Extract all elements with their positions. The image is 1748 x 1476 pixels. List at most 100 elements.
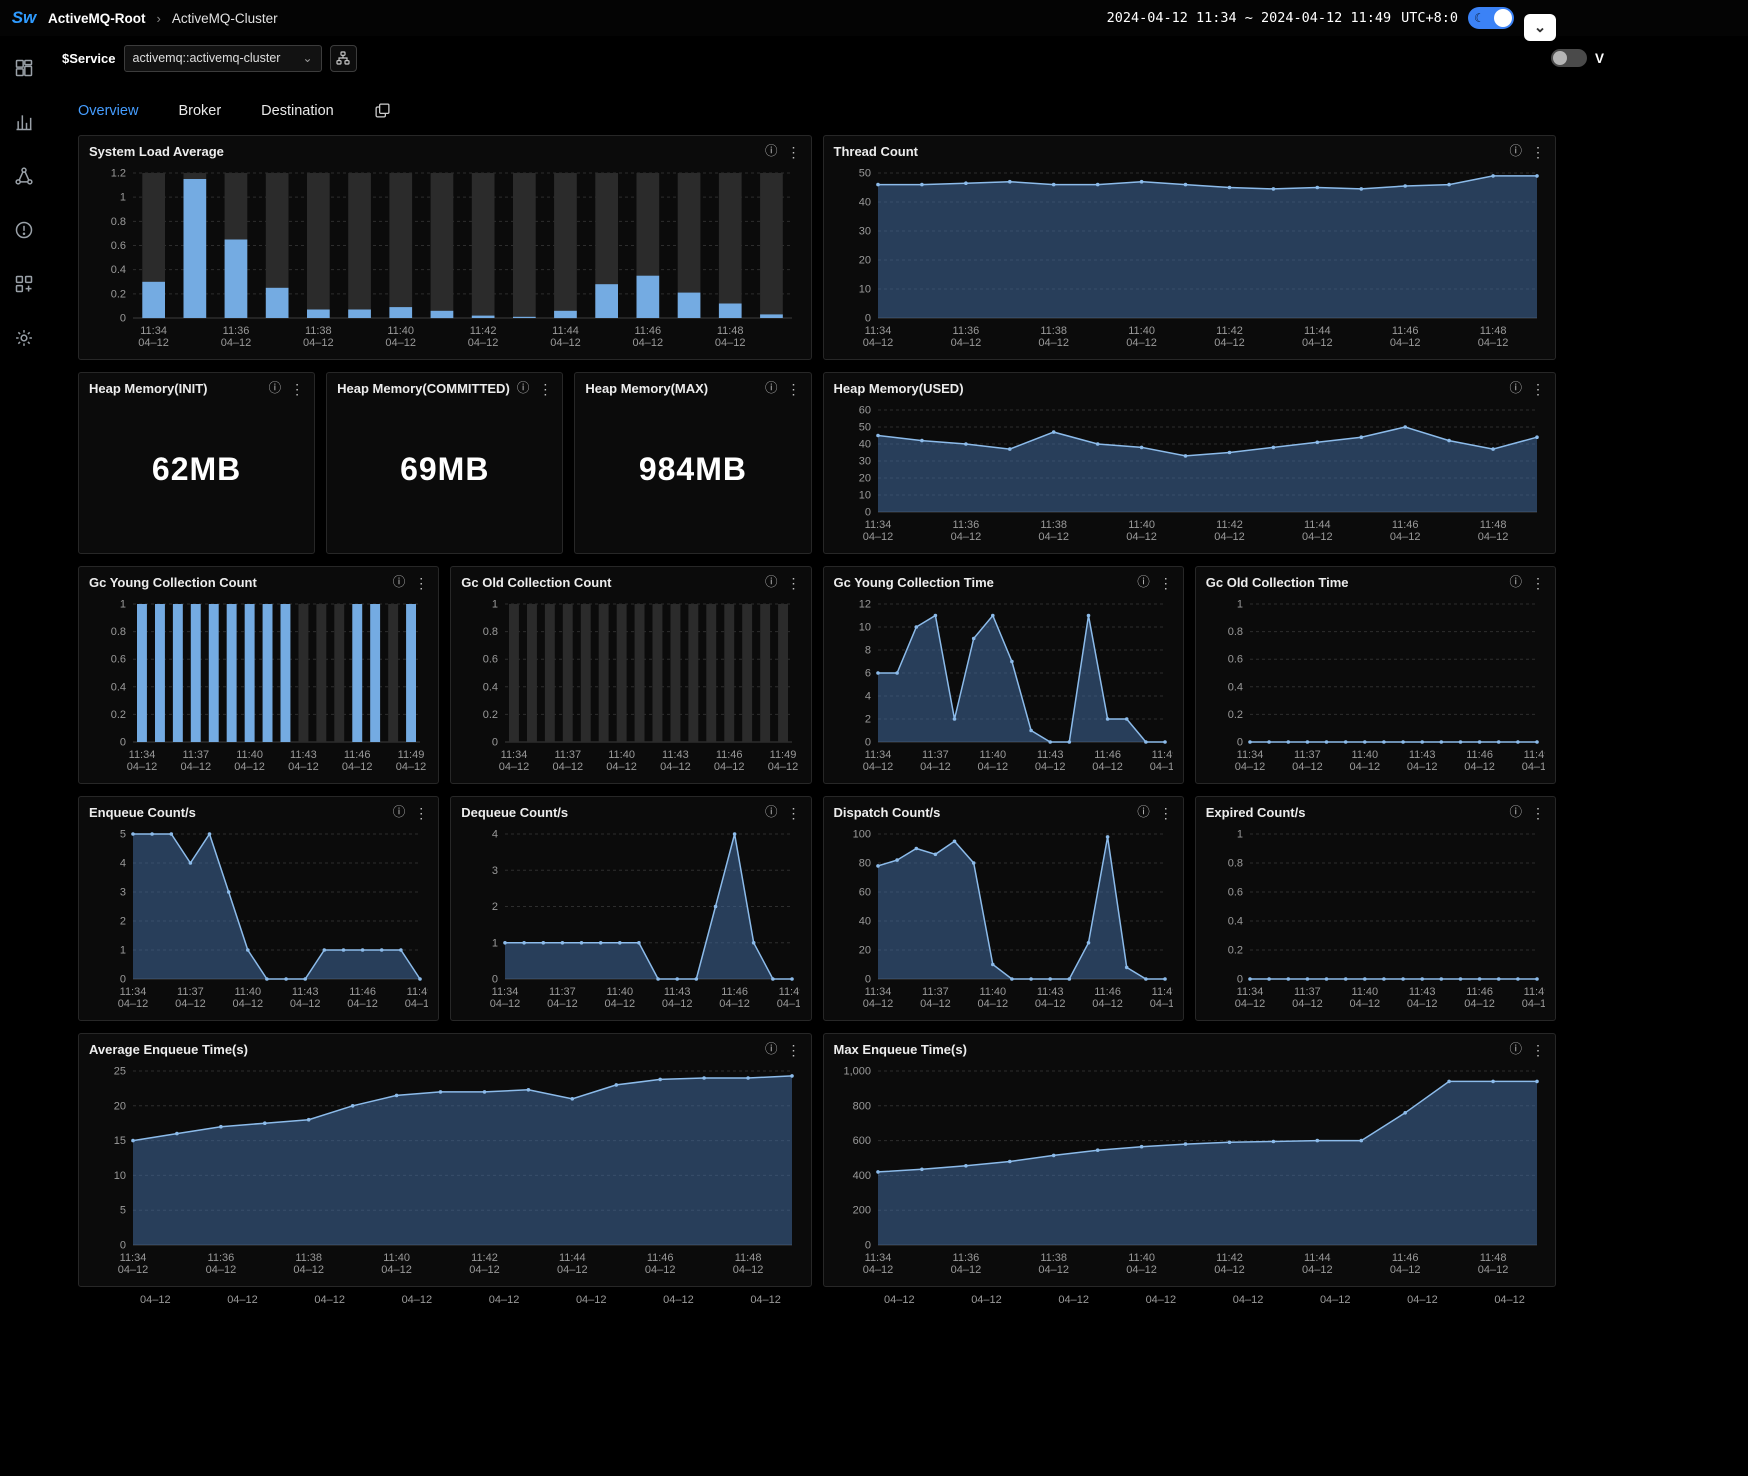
svg-text:04–12: 04–12 [1214, 531, 1245, 543]
more-menu-icon[interactable]: ⋮ [787, 1043, 801, 1057]
info-icon[interactable]: ⓘ [1509, 1043, 1522, 1056]
panel-actions: ⓘ⋮ [765, 576, 801, 590]
add-widget-icon[interactable] [14, 274, 34, 294]
svg-text:04–12: 04–12 [1349, 761, 1380, 773]
more-menu-icon[interactable]: ⋮ [1531, 576, 1545, 590]
more-menu-icon[interactable]: ⋮ [290, 382, 304, 396]
svg-text:11:49: 11:49 [1523, 986, 1544, 998]
edit-mode-toggle[interactable] [1551, 49, 1587, 67]
svg-text:11:40: 11:40 [608, 749, 635, 761]
more-menu-icon[interactable]: ⋮ [787, 576, 801, 590]
info-icon[interactable]: ⓘ [1509, 576, 1522, 589]
info-icon[interactable]: ⓘ [1137, 576, 1150, 589]
breadcrumb-current: ActiveMQ-Cluster [172, 11, 278, 26]
svg-text:10: 10 [858, 284, 870, 296]
skywalking-logo[interactable]: Sw [0, 8, 48, 28]
more-menu-icon[interactable]: ⋮ [1159, 806, 1173, 820]
svg-text:11:34: 11:34 [501, 749, 528, 761]
info-icon[interactable]: ⓘ [765, 1043, 778, 1056]
svg-text:11:49: 11:49 [1151, 749, 1172, 761]
svg-text:11:49: 11:49 [770, 749, 797, 761]
svg-text:11:43: 11:43 [1409, 986, 1436, 998]
more-menu-icon[interactable]: ⋮ [1531, 145, 1545, 159]
panel-title: Expired Count/s [1206, 805, 1306, 820]
svg-text:0: 0 [120, 737, 126, 749]
svg-text:11:34: 11:34 [1236, 986, 1263, 998]
svg-text:30: 30 [858, 456, 870, 468]
svg-text:4: 4 [120, 858, 126, 870]
settings-gear-icon[interactable] [14, 328, 34, 348]
info-icon[interactable]: ⓘ [393, 806, 406, 819]
panel-title: Heap Memory(USED) [834, 381, 964, 396]
chevron-down-icon: ⌄ [302, 51, 312, 65]
more-menu-icon[interactable]: ⋮ [1159, 576, 1173, 590]
svg-text:11:49: 11:49 [779, 986, 800, 998]
toggle-knob [1494, 9, 1512, 27]
copy-dashboard-icon[interactable] [374, 102, 391, 119]
info-icon[interactable]: ⓘ [765, 382, 778, 395]
svg-text:11:48: 11:48 [735, 1252, 762, 1264]
info-icon[interactable]: ⓘ [1509, 806, 1522, 819]
dashboard-icon[interactable] [14, 58, 34, 78]
svg-text:04–12: 04–12 [1149, 998, 1172, 1010]
svg-text:11:34: 11:34 [140, 325, 167, 337]
tab-destination[interactable]: Destination [261, 103, 334, 119]
svg-text:04–12: 04–12 [1407, 761, 1438, 773]
topology-icon[interactable] [14, 166, 34, 186]
more-menu-icon[interactable]: ⋮ [414, 576, 428, 590]
panel-actions: ⓘ⋮ [765, 1043, 801, 1057]
axis-date-label: 04–12 [884, 1294, 915, 1312]
metrics-chart-icon[interactable] [14, 112, 34, 132]
axis-date-label: 04–12 [1407, 1294, 1438, 1312]
info-icon[interactable]: ⓘ [269, 382, 282, 395]
svg-text:11:36: 11:36 [952, 519, 979, 531]
panel-actions: ⓘ⋮ [765, 382, 801, 396]
info-icon[interactable]: ⓘ [765, 145, 778, 158]
chart: 02040608010011:3404–1211:3704–1211:4004–… [832, 824, 1173, 1011]
svg-text:11:46: 11:46 [634, 325, 661, 337]
more-menu-icon[interactable]: ⋮ [787, 382, 801, 396]
info-icon[interactable]: ⓘ [1137, 806, 1150, 819]
svg-text:04–12: 04–12 [118, 1264, 149, 1276]
more-menu-icon[interactable]: ⋮ [538, 382, 552, 396]
more-menu-icon[interactable]: ⋮ [1531, 382, 1545, 396]
svg-text:11:48: 11:48 [1479, 519, 1506, 531]
service-topology-button[interactable] [330, 45, 357, 72]
more-menu-icon[interactable]: ⋮ [1531, 1043, 1545, 1057]
breadcrumb-root[interactable]: ActiveMQ-Root [48, 11, 146, 26]
info-icon[interactable]: ⓘ [1509, 145, 1522, 158]
theme-toggle[interactable]: ☾ [1468, 7, 1514, 29]
svg-text:40: 40 [858, 197, 870, 209]
more-menu-icon[interactable]: ⋮ [414, 806, 428, 820]
svg-text:0: 0 [492, 737, 498, 749]
svg-text:11:49: 11:49 [407, 986, 428, 998]
panel-title: Heap Memory(INIT) [89, 381, 207, 396]
more-menu-icon[interactable]: ⋮ [787, 145, 801, 159]
info-icon[interactable]: ⓘ [1509, 382, 1522, 395]
svg-text:0.2: 0.2 [1227, 709, 1242, 721]
collapse-header-button[interactable]: ⌄ [1524, 14, 1556, 41]
svg-text:04–12: 04–12 [977, 761, 1008, 773]
svg-text:04–12: 04–12 [1126, 337, 1157, 349]
toolbar-right: V [1551, 49, 1604, 67]
svg-text:04–12: 04–12 [660, 761, 691, 773]
time-range-picker[interactable]: 2024-04-12 11:34 ~ 2024-04-12 11:49 [1107, 10, 1391, 26]
alerting-icon[interactable] [14, 220, 34, 240]
tab-broker[interactable]: Broker [178, 103, 221, 119]
more-menu-icon[interactable]: ⋮ [1531, 806, 1545, 820]
info-icon[interactable]: ⓘ [517, 382, 530, 395]
tab-overview[interactable]: Overview [78, 103, 138, 119]
info-icon[interactable]: ⓘ [765, 806, 778, 819]
dashboard-tabs: Overview Broker Destination [48, 80, 1748, 135]
info-icon[interactable]: ⓘ [765, 576, 778, 589]
more-menu-icon[interactable]: ⋮ [787, 806, 801, 820]
panel-gc-young-collection-time: Gc Young Collection Timeⓘ⋮02468101211:34… [823, 566, 1184, 784]
svg-text:0.8: 0.8 [111, 216, 126, 228]
service-select[interactable]: activemq::activemq-cluster ⌄ [124, 45, 322, 72]
svg-text:04–12: 04–12 [342, 761, 373, 773]
svg-text:04–12: 04–12 [347, 998, 378, 1010]
svg-text:0.2: 0.2 [111, 709, 126, 721]
info-icon[interactable]: ⓘ [393, 576, 406, 589]
panel-title: Average Enqueue Time(s) [89, 1042, 248, 1057]
svg-text:04–12: 04–12 [490, 998, 521, 1010]
